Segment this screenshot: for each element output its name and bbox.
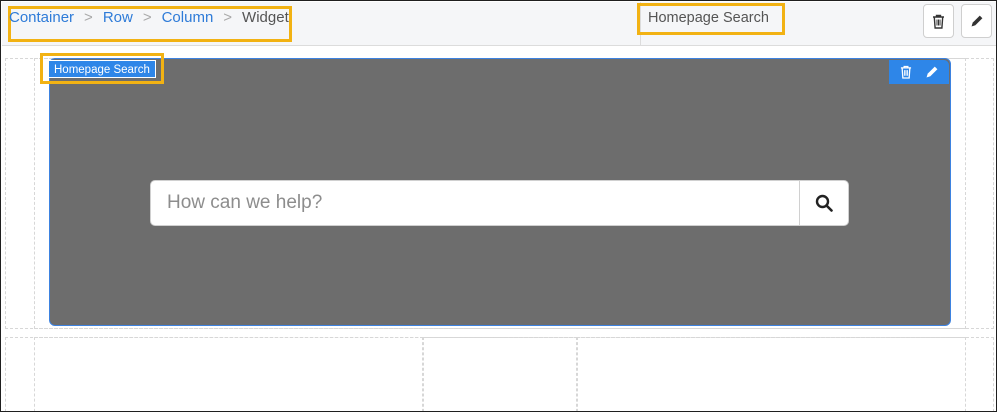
- homepage-search-widget[interactable]: [49, 58, 951, 326]
- trash-icon: [933, 14, 944, 29]
- widget-title: Homepage Search: [648, 10, 769, 26]
- breadcrumb-container[interactable]: Container: [9, 9, 74, 26]
- pencil-icon: [971, 15, 982, 27]
- breadcrumb: Container > Row > Column > Widget: [9, 9, 289, 26]
- breadcrumb-separator: >: [223, 9, 233, 26]
- breadcrumb-current: Widget: [242, 9, 289, 26]
- edit-button[interactable]: [961, 4, 992, 38]
- widget-title-highlight: Homepage Search: [637, 3, 785, 35]
- widget-tools: [889, 60, 949, 84]
- search-button[interactable]: [799, 181, 848, 225]
- trash-icon[interactable]: [900, 65, 912, 79]
- search-input[interactable]: [151, 181, 800, 225]
- page-builder-canvas: Container > Row > Column > Widget Homepa…: [0, 0, 997, 412]
- search-icon: [815, 194, 833, 212]
- delete-button[interactable]: [923, 4, 954, 38]
- column-outline: [34, 337, 423, 411]
- pencil-icon[interactable]: [925, 65, 939, 79]
- breadcrumb-column[interactable]: Column: [162, 9, 214, 26]
- breadcrumb-separator: >: [142, 9, 152, 26]
- breadcrumb-separator: >: [84, 9, 93, 26]
- widget-label: Homepage Search: [48, 60, 156, 78]
- breadcrumb-row[interactable]: Row: [103, 9, 133, 26]
- search-bar: [150, 180, 849, 226]
- column-outline: [577, 337, 966, 411]
- column-outline: [423, 337, 577, 411]
